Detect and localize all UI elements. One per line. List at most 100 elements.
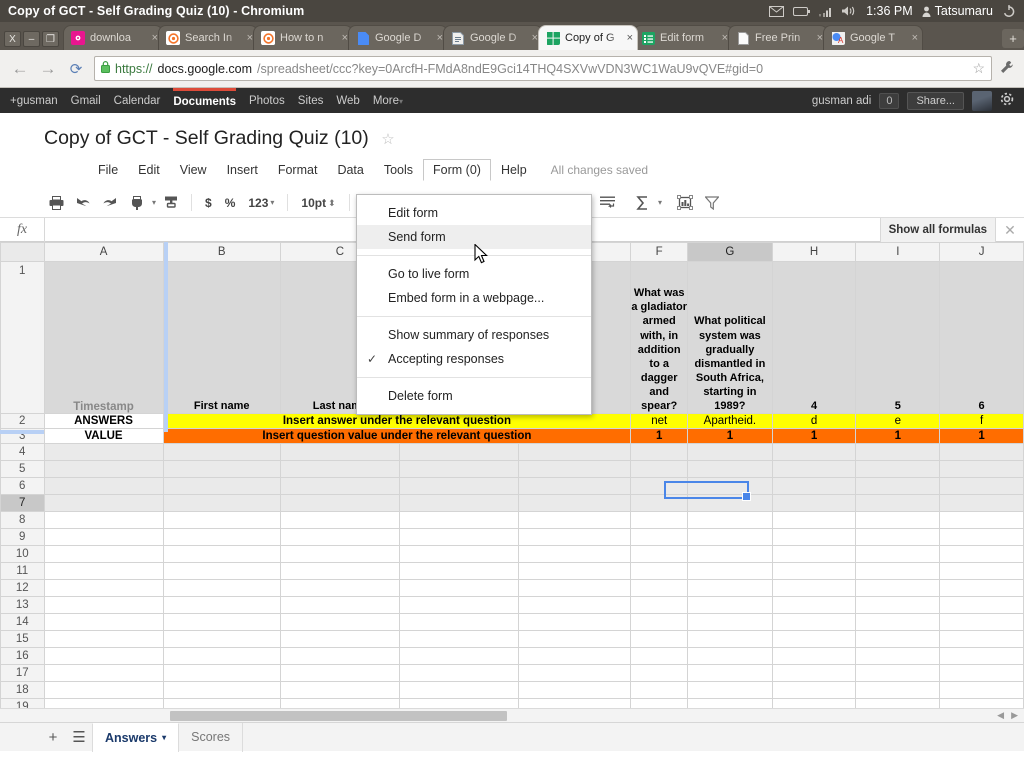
redo-icon[interactable] [98,192,122,214]
cell-f15[interactable] [630,630,689,648]
cell-h13[interactable] [771,596,857,614]
sheet-tab-answers[interactable]: Answers ▾ [92,722,180,752]
cell-a5[interactable] [43,460,164,478]
cell-g4[interactable] [687,443,773,461]
menu-file[interactable]: File [88,159,128,181]
cell-h6[interactable] [771,477,857,495]
gbar-share-button[interactable]: Share... [907,91,964,110]
cell-i19[interactable] [855,698,941,708]
horizontal-scrollbar-thumb[interactable] [170,711,507,721]
menu-item-edit-form[interactable]: Edit form [357,201,591,225]
cell-h15[interactable] [771,630,857,648]
cell-c10[interactable] [279,545,401,563]
cell-b13[interactable] [162,596,281,614]
star-outline-icon[interactable]: ☆ [381,131,394,148]
cell-h5[interactable] [771,460,857,478]
cell-j8[interactable] [939,511,1024,529]
browser-tab[interactable]: How to n × [253,25,353,50]
cell-e6[interactable] [518,477,632,495]
cell-a18[interactable] [43,681,164,699]
cell-h8[interactable] [771,511,857,529]
cell-g1[interactable]: What political system was gradually dism… [687,261,773,414]
cell-g7-selected[interactable] [687,494,773,512]
cell-g13[interactable] [687,596,773,614]
cell-i4[interactable] [855,443,941,461]
cell-h1[interactable]: 4 [771,261,857,414]
cell-c19[interactable] [279,698,401,708]
sum-icon[interactable] [631,192,655,214]
battery-icon[interactable] [793,6,811,17]
cell-j5[interactable] [939,460,1024,478]
tab-close-icon[interactable]: × [909,32,918,44]
gbar-item-gmail[interactable]: Gmail [71,95,101,107]
cell-d17[interactable] [399,664,520,682]
cell-c11[interactable] [279,562,401,580]
gbar-item-photos[interactable]: Photos [249,95,285,107]
chevron-down-icon[interactable]: ▾ [658,198,662,207]
volume-icon[interactable] [841,5,857,17]
cell-e12[interactable] [518,579,632,597]
text-wrap-icon[interactable] [596,192,620,214]
cell-f11[interactable] [630,562,689,580]
column-header-h[interactable]: H [771,242,857,262]
cell-f3[interactable]: 1 [630,428,689,444]
cell-h18[interactable] [771,681,857,699]
chevron-down-icon[interactable]: ▾ [162,733,166,742]
cell-c15[interactable] [279,630,401,648]
row-header-8[interactable]: 8 [0,511,45,529]
cell-j6[interactable] [939,477,1024,495]
cell-h19[interactable] [771,698,857,708]
cell-d18[interactable] [399,681,520,699]
cell-a9[interactable] [43,528,164,546]
cell-j15[interactable] [939,630,1024,648]
cell-f7[interactable] [630,494,689,512]
cell-e16[interactable] [518,647,632,665]
cell-b9[interactable] [162,528,281,546]
address-bar[interactable]: https:// docs.google.com/spreadsheet/ccc?… [94,56,992,81]
cell-a11[interactable] [43,562,164,580]
cell-d8[interactable] [399,511,520,529]
cell-j3[interactable]: 1 [939,428,1024,444]
user-menu[interactable]: Tatsumaru [922,4,993,18]
tab-close-icon[interactable]: × [149,32,158,44]
cell-b10[interactable] [162,545,281,563]
cell-a10[interactable] [43,545,164,563]
gbar-item-sites[interactable]: Sites [298,95,324,107]
cell-i18[interactable] [855,681,941,699]
cell-b5[interactable] [162,460,281,478]
clock[interactable]: 1:36 PM [866,4,913,18]
row-header-17[interactable]: 17 [0,664,45,682]
cell-b15[interactable] [162,630,281,648]
menu-edit[interactable]: Edit [128,159,170,181]
tab-close-icon[interactable]: × [529,32,538,44]
cell-a7[interactable] [43,494,164,512]
row-header-9[interactable]: 9 [0,528,45,546]
cell-a1[interactable]: Timestamp [43,261,164,414]
cell-j12[interactable] [939,579,1024,597]
cell-f10[interactable] [630,545,689,563]
column-header-b[interactable]: B [162,242,281,262]
cell-d6[interactable] [399,477,520,495]
cell-a8[interactable] [43,511,164,529]
paint-format-icon[interactable] [125,192,149,214]
cell-i5[interactable] [855,460,941,478]
cell-h16[interactable] [771,647,857,665]
cell-f2[interactable]: net [630,413,689,429]
cell-b18[interactable] [162,681,281,699]
star-icon[interactable]: ☆ [972,60,985,77]
cell-i3[interactable]: 1 [855,428,941,444]
network-icon[interactable] [819,6,832,17]
row-header-15[interactable]: 15 [0,630,45,648]
browser-tab[interactable]: downloa × [63,25,163,50]
menu-view[interactable]: View [170,159,217,181]
row-header-1[interactable]: 1 [0,261,45,414]
cell-a17[interactable] [43,664,164,682]
cell-g16[interactable] [687,647,773,665]
cell-e13[interactable] [518,596,632,614]
cell-h3[interactable]: 1 [771,428,857,444]
cell-j1[interactable]: 6 [939,261,1024,414]
sheet-tab-scores[interactable]: Scores [179,722,244,752]
cell-b6[interactable] [162,477,281,495]
cell-h14[interactable] [771,613,857,631]
show-all-formulas-button[interactable]: Show all formulas [879,218,996,242]
